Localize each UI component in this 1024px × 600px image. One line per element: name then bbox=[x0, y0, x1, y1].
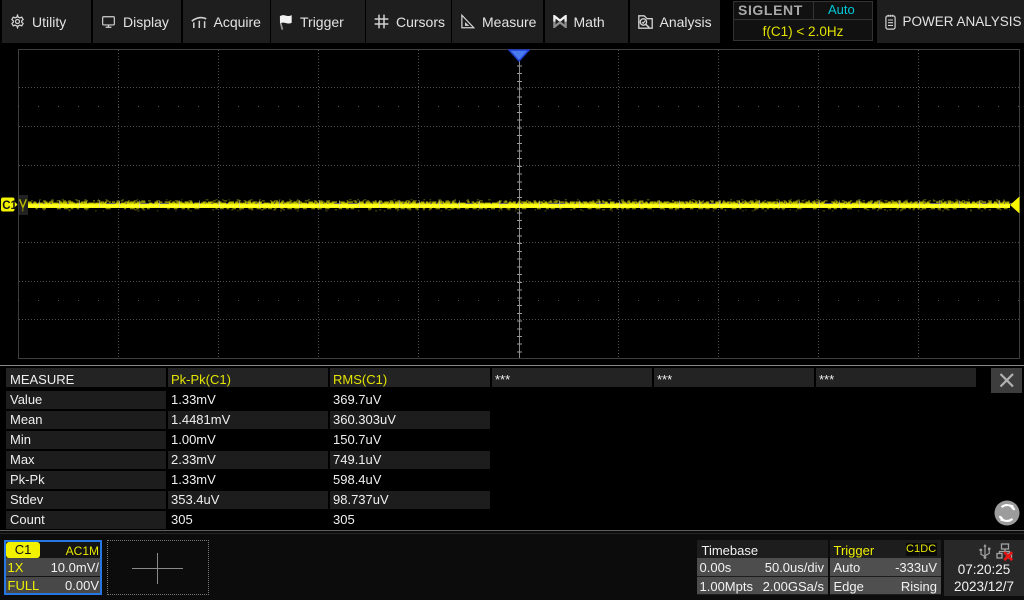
svg-text:C1: C1 bbox=[2, 200, 17, 212]
